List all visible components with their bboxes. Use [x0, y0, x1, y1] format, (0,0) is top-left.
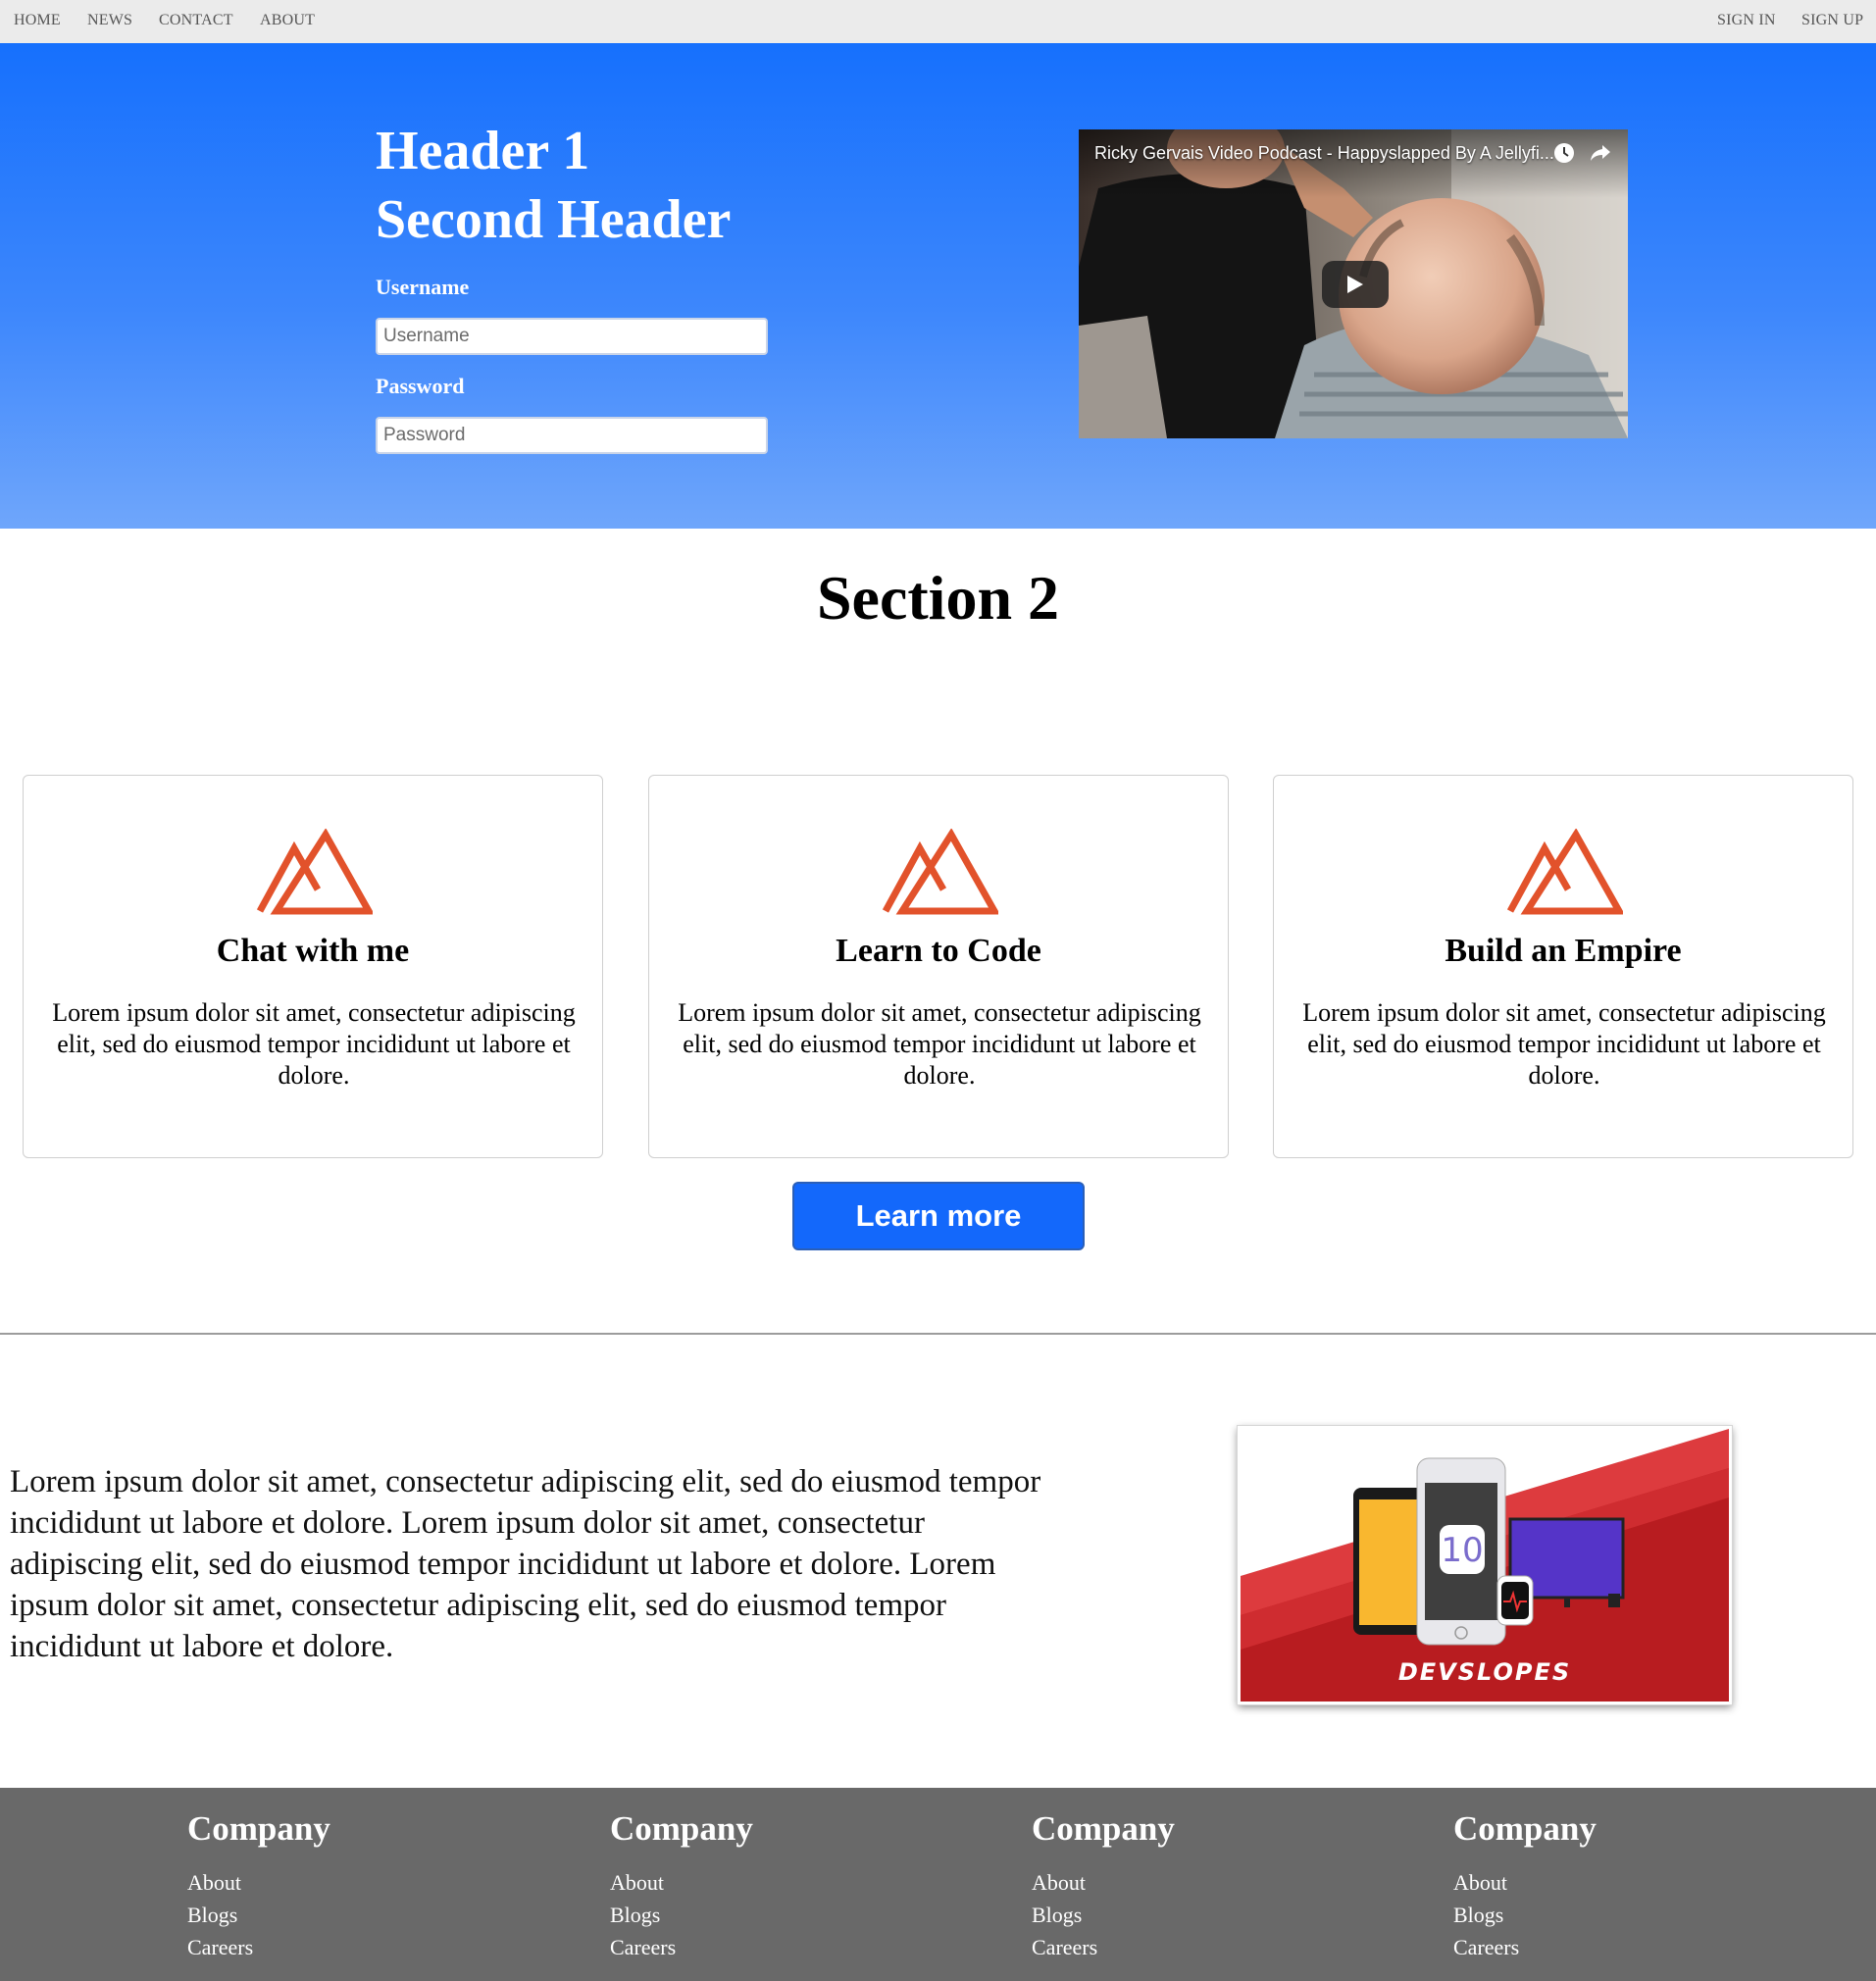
password-input[interactable] — [376, 417, 768, 454]
hero-header-1: Header 1 — [376, 121, 590, 181]
footer-link-careers[interactable]: Careers — [1453, 1935, 1519, 1960]
card-text: Lorem ipsum dolor sit amet, consectetur … — [1302, 998, 1826, 1090]
top-nav: HOME NEWS CONTACT ABOUT SIGN IN SIGN UP — [0, 0, 1876, 43]
learn-more-button[interactable]: Learn more — [792, 1182, 1085, 1250]
footer-link-about[interactable]: About — [1453, 1870, 1507, 1896]
nav-about-link[interactable]: ABOUT — [260, 12, 315, 29]
video-player[interactable]: Ricky Gervais Video Podcast - Happyslapp… — [1079, 129, 1628, 438]
feature-card: Build an Empire Lorem ipsum dolor sit am… — [1273, 775, 1853, 1158]
play-button[interactable] — [1322, 261, 1389, 308]
footer-column-title: Company — [187, 1809, 330, 1848]
devslopes-promo-image: 10 DEVSLOPES — [1237, 1425, 1733, 1705]
username-input[interactable] — [376, 318, 768, 355]
devslopes-logo: DEVSLOPES — [1397, 1658, 1572, 1686]
footer: Company About Blogs Careers Company Abou… — [0, 1788, 1876, 1981]
footer-link-careers[interactable]: Careers — [187, 1935, 253, 1960]
video-title[interactable]: Ricky Gervais Video Podcast - Happyslapp… — [1094, 143, 1554, 164]
nav-sign-in-link[interactable]: SIGN IN — [1717, 12, 1776, 29]
card-text: Lorem ipsum dolor sit amet, consectetur … — [52, 998, 576, 1090]
nav-contact-link[interactable]: CONTACT — [159, 12, 233, 29]
section-divider — [0, 1333, 1876, 1335]
share-icon[interactable] — [1589, 143, 1612, 168]
footer-link-careers[interactable]: Careers — [610, 1935, 676, 1960]
footer-column-title: Company — [610, 1809, 753, 1848]
card-title: Learn to Code — [836, 933, 1041, 969]
section-2-title: Section 2 — [816, 563, 1060, 633]
footer-link-about[interactable]: About — [610, 1870, 664, 1896]
mountain-icon — [882, 829, 998, 915]
nav-sign-up-link[interactable]: SIGN UP — [1801, 12, 1863, 29]
feature-card: Chat with me Lorem ipsum dolor sit amet,… — [23, 775, 603, 1158]
card-title: Build an Empire — [1445, 933, 1682, 969]
footer-link-about[interactable]: About — [187, 1870, 241, 1896]
footer-column-title: Company — [1032, 1809, 1175, 1848]
footer-link-blogs[interactable]: Blogs — [187, 1903, 237, 1928]
footer-link-about[interactable]: About — [1032, 1870, 1086, 1896]
footer-link-careers[interactable]: Careers — [1032, 1935, 1097, 1960]
password-label: Password — [376, 374, 465, 398]
nav-home-link[interactable]: HOME — [14, 12, 61, 29]
clock-icon[interactable] — [1553, 142, 1575, 169]
card-title: Chat with me — [216, 933, 410, 969]
mountain-icon — [1506, 829, 1623, 915]
footer-link-blogs[interactable]: Blogs — [610, 1903, 660, 1928]
play-icon — [1347, 276, 1363, 293]
footer-column-title: Company — [1453, 1809, 1597, 1848]
footer-link-blogs[interactable]: Blogs — [1453, 1903, 1503, 1928]
hero-header-2: Second Header — [376, 189, 732, 250]
nav-news-link[interactable]: NEWS — [87, 12, 132, 29]
section-3-text: Lorem ipsum dolor sit amet, consectetur … — [10, 1464, 1041, 1664]
footer-link-blogs[interactable]: Blogs — [1032, 1903, 1082, 1928]
mountain-icon — [256, 829, 373, 915]
hero-section: Header 1 Second Header Username Password — [0, 43, 1876, 529]
username-label: Username — [376, 275, 470, 299]
ios-10-text: 10 — [1441, 1531, 1483, 1570]
feature-card: Learn to Code Lorem ipsum dolor sit amet… — [648, 775, 1229, 1158]
card-text: Lorem ipsum dolor sit amet, consectetur … — [678, 998, 1201, 1090]
